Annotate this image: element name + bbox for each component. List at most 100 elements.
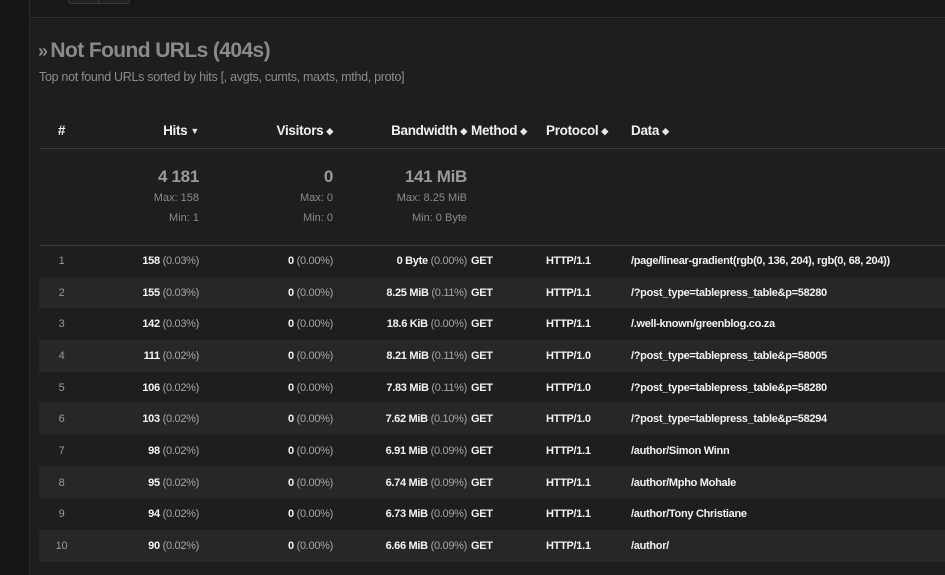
- table-row[interactable]: 4 111 (0.02%) 0 (0.00%) 8.21 MiB (0.11%)…: [39, 340, 945, 372]
- table-row[interactable]: 2 155 (0.03%) 0 (0.00%) 8.25 MiB (0.11%)…: [39, 276, 945, 309]
- row-bandwidth-pct: (0.09%): [430, 540, 468, 553]
- column-header-bandwidth-label: Bandwidth: [391, 123, 458, 139]
- row-index: 9: [58, 508, 65, 521]
- row-visitors: 0 (0.00%): [199, 245, 333, 277]
- row-hits-pct: (0.02%): [162, 349, 200, 362]
- row-visitors-pct: (0.00%): [296, 444, 334, 457]
- column-header-method[interactable]: Method ◆: [467, 114, 546, 149]
- summary-visitors-max: Max: 0: [299, 191, 333, 204]
- row-visitors: 0 (0.00%): [199, 340, 333, 372]
- row-method: GET: [471, 508, 493, 521]
- row-index: 2: [39, 276, 84, 309]
- table-header-row: # Hits ▼ Visitors ◆ Bandwidth ◆ Method ◆ Pro…: [39, 114, 945, 149]
- table-row[interactable]: 1 158 (0.03%) 0 (0.00%) 0 Byte (0.00%) G…: [39, 245, 945, 277]
- row-data: /?post_type=tablepress_table&p=58280: [631, 381, 827, 394]
- table-row[interactable]: 10 90 (0.02%) 0 (0.00%) 6.66 MiB (0.09%)…: [39, 530, 945, 562]
- column-header-hits[interactable]: Hits ▼: [84, 114, 199, 149]
- row-visitors-pct: (0.00%): [296, 476, 334, 489]
- row-protocol: HTTP/1.0: [546, 403, 631, 436]
- row-bandwidth-pct: (0.00%): [430, 255, 468, 268]
- row-visitors-pct: (0.00%): [296, 413, 334, 426]
- summary-visitors-min: Min: 0: [303, 211, 333, 224]
- row-data: /author/: [631, 530, 945, 562]
- row-protocol: HTTP/1.1: [546, 255, 591, 268]
- summary-hits-min: Min: 1: [169, 211, 199, 224]
- column-header-protocol-label: Protocol: [546, 123, 599, 139]
- row-hits-value: 106: [142, 381, 160, 394]
- row-hits-value: 103: [142, 413, 160, 426]
- row-visitors-pct: (0.00%): [296, 508, 334, 521]
- row-bandwidth-value: 6.66 MiB: [385, 540, 429, 553]
- row-hits-value: 98: [148, 444, 160, 457]
- summary-data-cell: [631, 148, 945, 246]
- summary-bandwidth-total: 141 MiB: [404, 166, 467, 186]
- row-visitors: 0 (0.00%): [199, 435, 333, 467]
- table-row[interactable]: 9 94 (0.02%) 0 (0.00%) 6.73 MiB (0.09%) …: [39, 499, 945, 531]
- table-row[interactable]: 5 106 (0.02%) 0 (0.00%) 7.83 MiB (0.11%)…: [39, 372, 945, 404]
- row-visitors: 0 (0.00%): [199, 499, 333, 531]
- row-bandwidth-pct: (0.09%): [430, 508, 468, 521]
- summary-bandwidth-max: Max: 8.25 MiB: [396, 191, 467, 204]
- row-method: GET: [467, 466, 546, 499]
- summary-hits-total: 4 181: [157, 166, 199, 186]
- row-visitors: 0 (0.00%): [199, 466, 334, 499]
- row-method: GET: [471, 318, 493, 331]
- row-visitors: 0 (0.00%): [199, 530, 333, 562]
- double-chevron-right-icon: »: [38, 40, 48, 61]
- row-bandwidth-pct: (0.10%): [430, 413, 468, 426]
- row-hits: 158 (0.03%): [84, 245, 199, 277]
- row-hits: 155 (0.03%): [84, 276, 199, 309]
- row-visitors-pct: (0.00%): [296, 349, 334, 362]
- column-header-bandwidth[interactable]: Bandwidth ◆: [333, 114, 467, 149]
- row-visitors: 0 (0.00%): [199, 308, 333, 340]
- row-hits-pct: (0.03%): [162, 318, 200, 331]
- row-hits-pct: (0.02%): [162, 413, 200, 426]
- row-bandwidth: 0 Byte (0.00%): [333, 245, 468, 277]
- sort-desc-icon: ▼: [190, 126, 199, 137]
- row-protocol: HTTP/1.1: [546, 466, 631, 499]
- row-hits-pct: (0.02%): [162, 381, 200, 394]
- row-hits-pct: (0.02%): [162, 540, 200, 553]
- summary-protocol-cell: [546, 148, 631, 246]
- row-protocol: HTTP/1.0: [546, 340, 631, 372]
- row-data: /author/Tony Christiane: [631, 508, 747, 521]
- table-row[interactable]: 3 142 (0.03%) 0 (0.00%) 18.6 KiB (0.00%)…: [39, 308, 945, 340]
- row-method: GET: [467, 276, 546, 309]
- row-method: GET: [467, 403, 546, 436]
- row-hits: 90 (0.02%): [84, 530, 199, 562]
- row-visitors-value: 0: [287, 444, 294, 457]
- row-method: GET: [467, 340, 546, 372]
- row-hits: 103 (0.02%): [84, 403, 200, 436]
- row-index: 3: [58, 318, 65, 331]
- row-hits-value: 90: [148, 540, 160, 553]
- column-header-visitors[interactable]: Visitors ◆: [199, 114, 333, 149]
- row-visitors-value: 0: [287, 349, 294, 362]
- row-bandwidth-value: 18.6 KiB: [386, 318, 428, 331]
- table-row[interactable]: 8 95 (0.02%) 0 (0.00%) 6.74 MiB (0.09%) …: [39, 466, 945, 499]
- row-bandwidth: 18.6 KiB (0.00%): [333, 308, 468, 340]
- column-header-data[interactable]: Data ◆: [631, 114, 945, 149]
- summary-hits-max: Max: 158: [153, 191, 199, 204]
- row-bandwidth-pct: (0.09%): [430, 476, 468, 489]
- table-row[interactable]: 7 98 (0.02%) 0 (0.00%) 6.91 MiB (0.09%) …: [39, 435, 945, 467]
- row-method: GET: [467, 530, 546, 562]
- row-visitors: 0 (0.00%): [199, 276, 333, 309]
- column-header-index: #: [39, 114, 84, 149]
- row-hits: 111 (0.02%): [84, 340, 199, 372]
- row-index: 1: [58, 255, 65, 268]
- row-data: /page/linear-gradient(rgb(0, 136, 204), …: [631, 255, 890, 268]
- sort-icon: ◆: [662, 126, 669, 137]
- row-index: 5: [58, 381, 65, 394]
- row-hits-pct: (0.03%): [162, 255, 200, 268]
- row-bandwidth-pct: (0.11%): [431, 381, 467, 394]
- table-row[interactable]: 6 103 (0.02%) 0 (0.00%) 7.62 MiB (0.10%)…: [39, 403, 945, 436]
- row-visitors-value: 0: [287, 413, 294, 426]
- row-bandwidth-value: 0 Byte: [396, 255, 429, 268]
- row-bandwidth-pct: (0.11%): [431, 349, 467, 362]
- row-data: /.well-known/greenblog.co.za: [631, 318, 775, 331]
- top-tab[interactable]: [98, 0, 130, 4]
- column-header-protocol[interactable]: Protocol ◆: [546, 114, 631, 149]
- row-visitors-pct: (0.00%): [296, 255, 334, 268]
- row-method: GET: [471, 444, 493, 457]
- summary-bandwidth-cell: 141 MiB Max: 8.25 MiB Min: 0 Byte: [333, 148, 467, 246]
